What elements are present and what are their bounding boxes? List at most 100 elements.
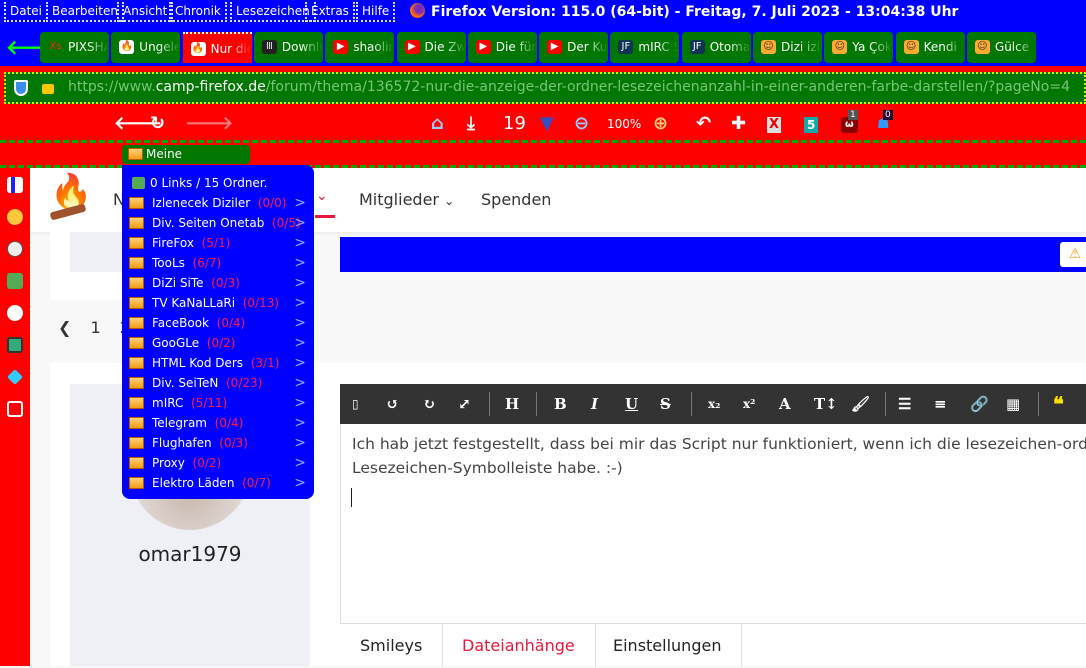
tab[interactable]: ▶Die Zwei	[396, 32, 466, 63]
bookmark-folder-item[interactable]: Div. SeiTeN (0/23) >	[128, 373, 308, 393]
home-icon[interactable]: ⌂	[431, 113, 444, 135]
tab-dateianhaenge[interactable]: Dateianhänge	[442, 624, 596, 667]
heading-icon[interactable]: H	[505, 394, 519, 414]
bookmark-folder-item[interactable]: HTML Kod Ders (3/1) >	[128, 353, 308, 373]
zoom-level[interactable]: 100%	[607, 113, 641, 135]
menu-extras[interactable]: Extras	[305, 2, 355, 22]
bold-icon[interactable]: B	[554, 394, 567, 414]
tab[interactable]: ⅢDownloads	[253, 32, 323, 63]
globe-icon[interactable]	[7, 305, 23, 321]
chevron-right-icon: >	[294, 315, 306, 331]
youtube-icon: ▶	[404, 40, 420, 54]
redo-icon[interactable]: ↻	[423, 394, 436, 414]
link-icon[interactable]: 🔗	[970, 394, 989, 414]
close-x-icon[interactable]: X	[767, 117, 782, 133]
menu-ansicht[interactable]: Ansicht	[117, 2, 174, 22]
folder-name: Div. SeiTeN	[152, 376, 219, 390]
brush-icon[interactable]: 🖌	[851, 394, 870, 414]
tab[interactable]: ☺ Gülce	[966, 32, 1036, 63]
subscript-icon[interactable]: x₂	[708, 394, 720, 414]
folder-icon	[129, 477, 144, 489]
bookmark-folder-item[interactable]: TooLs (6/7) >	[128, 253, 308, 273]
bookmark-folder-item[interactable]: Elektro Läden (0/7) >	[128, 473, 308, 493]
diamond-icon[interactable]	[7, 369, 23, 385]
quote-icon[interactable]: ❝	[1053, 394, 1064, 414]
bookmark-folder-item[interactable]: mIRC (5/11) >	[128, 393, 308, 413]
bookmark-folder-item[interactable]: Izlenecek Diziler (0/0) >	[128, 193, 308, 213]
bookmark-folder-item[interactable]: GooGLe (0/2) >	[128, 333, 308, 353]
italic-icon[interactable]: I	[591, 394, 598, 414]
reload-icon[interactable]: ↻	[150, 113, 165, 135]
bookmark-folder-item[interactable]: Div. Seiten Onetab (0/5) >	[128, 213, 308, 233]
equalizer-icon[interactable]	[7, 177, 23, 193]
menu-chronik[interactable]: Chronik	[169, 2, 227, 22]
shield-5-icon[interactable]: 5	[804, 117, 819, 133]
menu-hilfe[interactable]: Hilfe	[356, 2, 396, 22]
source-code-icon[interactable]: ▯	[352, 394, 359, 414]
tab[interactable]: ☺Ya Çok	[824, 32, 894, 63]
tab-einstellungen[interactable]: Einstellungen	[593, 624, 743, 667]
username[interactable]: omar1979	[70, 542, 310, 566]
tab-fade	[372, 32, 395, 63]
warning-icon[interactable]: ⚠	[1060, 242, 1086, 267]
tab[interactable]: ▶shaolin	[325, 32, 395, 63]
bookmark-folder-item[interactable]: FireFox (5/1) >	[128, 233, 308, 253]
tab-smileys[interactable]: Smileys	[340, 624, 444, 667]
bookmark-folder-item[interactable]: Telegram (0/4) >	[128, 413, 308, 433]
font-size-icon[interactable]: T↕	[814, 394, 838, 414]
image-icon[interactable]	[7, 337, 23, 353]
bookmark-folder-button[interactable]: Meine Lesezeichen	[122, 145, 250, 180]
forward-icon[interactable]: 🡒	[185, 113, 233, 135]
bookmark-folder-item[interactable]: FaceBook (0/4) >	[128, 313, 308, 333]
tab[interactable]: 🔥Nur die	[182, 32, 252, 63]
shield-icon[interactable]	[14, 80, 28, 96]
nav-mitglieder[interactable]: Mitglieder ⌄	[359, 190, 454, 209]
tab[interactable]: ▶Der Ku	[539, 32, 609, 63]
folder-icon	[129, 437, 144, 449]
folder-count: (0/13)	[242, 296, 280, 310]
list-icon[interactable]: ☰	[898, 394, 911, 414]
tab-fade	[87, 32, 109, 63]
tab[interactable]: JFmIRC S	[610, 32, 680, 63]
lock-icon[interactable]	[42, 84, 54, 94]
bookmark-folder-item[interactable]: DiZi SiTe (0/3) >	[128, 273, 308, 293]
align-icon[interactable]: ≡	[934, 394, 947, 414]
editor-textarea[interactable]: Ich hab jetzt festgestellt, dass bei mir…	[340, 424, 1086, 623]
sidebar	[0, 168, 30, 666]
plus-icon[interactable]: ✚	[731, 113, 746, 135]
tab[interactable]: 🔥Ungelesene	[111, 32, 181, 63]
bookmark-folder-item[interactable]: Flughafen (0/3) >	[128, 433, 308, 453]
bookmark-flag-icon[interactable]	[7, 273, 23, 289]
font-color-icon[interactable]: A	[779, 394, 791, 414]
zoom-out-icon[interactable]: ⊖	[574, 113, 589, 135]
tab[interactable]: ☺ Kendi	[895, 32, 965, 63]
underline-icon[interactable]: U	[625, 394, 638, 414]
url-bar[interactable]: https://www.camp-firefox.de/forum/thema/…	[4, 72, 1086, 104]
downloads-count[interactable]: 19	[503, 113, 526, 135]
undo-close-icon[interactable]: ↶	[696, 113, 711, 135]
fullscreen-icon[interactable]: ⤢	[458, 394, 471, 414]
superscript-icon[interactable]: x²	[743, 394, 755, 414]
emoji-icon[interactable]	[7, 209, 23, 225]
tab[interactable]: XsPIXSHARK	[40, 32, 109, 63]
prev-page-icon[interactable]: ❮	[58, 318, 71, 337]
tab[interactable]: ▶Die für	[467, 32, 537, 63]
strikethrough-icon[interactable]: S	[660, 394, 671, 414]
menu-bearbeiten[interactable]: Bearbeiten	[46, 2, 124, 22]
table-icon[interactable]: ▦	[1006, 394, 1020, 414]
download-icon[interactable]: ⤓	[467, 113, 475, 135]
reader-icon[interactable]	[7, 401, 23, 417]
bookmark-folder-item[interactable]: Proxy (0/2) >	[128, 453, 308, 473]
nav-spenden[interactable]: Spenden	[481, 190, 551, 209]
menu-datei[interactable]: Datei	[4, 2, 49, 22]
vpn-shield-icon[interactable]: ▼	[540, 113, 554, 135]
clock-icon[interactable]	[7, 241, 23, 257]
undo-icon[interactable]: ↺	[386, 394, 399, 414]
tab[interactable]: ☺Dizi izle	[753, 32, 822, 63]
menu-lesezeichen[interactable]: Lesezeichen	[230, 2, 316, 22]
tab[interactable]: JFOtoma	[681, 32, 751, 63]
bookmark-folder-item[interactable]: TV KaNaLLaRi (0/13) >	[128, 293, 308, 313]
page-1[interactable]: 1	[91, 318, 101, 337]
chevron-down-icon[interactable]: ⌄	[316, 188, 328, 204]
zoom-in-icon[interactable]: ⊕	[653, 113, 668, 135]
